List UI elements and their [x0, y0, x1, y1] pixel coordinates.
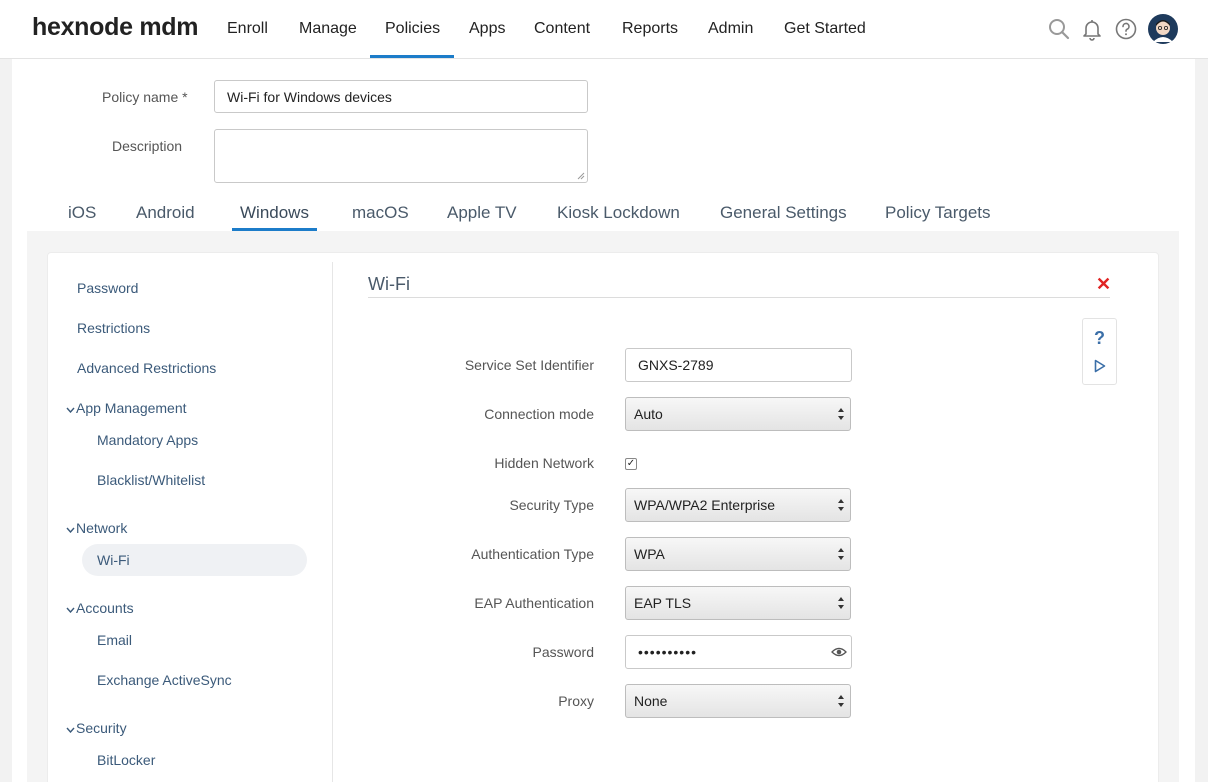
eye-icon[interactable] [831, 646, 847, 658]
sidebar-group-label: Network [76, 520, 128, 536]
sidebar-item-wifi[interactable]: Wi-Fi [97, 552, 130, 568]
section-divider [368, 297, 1110, 298]
sidebar-item-mandatory-apps[interactable]: Mandatory Apps [97, 432, 198, 448]
sidebar-group-network[interactable]: Network [66, 520, 127, 536]
avatar[interactable] [1148, 14, 1178, 44]
sidebar-item-advanced-restrictions[interactable]: Advanced Restrictions [77, 360, 216, 376]
sidebar-group-label: Security [76, 720, 127, 736]
nav-admin[interactable]: Admin [708, 20, 753, 38]
sidebar-item-bitlocker[interactable]: BitLocker [97, 752, 155, 768]
proxy-value: None [634, 693, 668, 709]
sidebar-item-restrictions[interactable]: Restrictions [77, 320, 150, 336]
section-title: Wi-Fi [368, 274, 410, 294]
policy-card [47, 252, 1159, 782]
proxy-label: Proxy [558, 693, 594, 709]
resize-handle-icon[interactable] [577, 172, 585, 180]
ssid-input[interactable]: GNXS-2789 [625, 348, 852, 382]
sidebar-group-label: Accounts [76, 600, 134, 616]
eap-auth-select[interactable]: EAP TLS [625, 586, 851, 620]
eap-auth-label: EAP Authentication [474, 595, 594, 611]
auth-type-label: Authentication Type [471, 546, 594, 562]
tab-policy-targets[interactable]: Policy Targets [885, 203, 991, 223]
hidden-network-checkbox[interactable]: ✓ [625, 458, 637, 470]
play-icon[interactable] [1094, 359, 1106, 373]
help-panel: ? [1082, 318, 1117, 385]
active-nav-indicator [370, 55, 454, 58]
nav-reports[interactable]: Reports [622, 20, 678, 38]
sidebar-divider [332, 262, 333, 782]
sidebar-group-security[interactable]: Security [66, 720, 127, 736]
nav-manage[interactable]: Manage [299, 20, 357, 38]
sidebar-item-password[interactable]: Password [77, 280, 138, 296]
password-label: Password [532, 644, 594, 660]
tab-kiosk-lockdown[interactable]: Kiosk Lockdown [557, 203, 680, 223]
select-arrows-icon [838, 548, 844, 560]
chevron-down-icon [66, 605, 76, 616]
security-type-value: WPA/WPA2 Enterprise [634, 497, 776, 513]
nav-get-started[interactable]: Get Started [784, 20, 866, 38]
tab-apple-tv[interactable]: Apple TV [447, 203, 517, 223]
nav-apps[interactable]: Apps [469, 20, 505, 38]
sidebar-group-app-management[interactable]: App Management [66, 400, 187, 416]
nav-enroll[interactable]: Enroll [227, 20, 268, 38]
connection-mode-select[interactable]: Auto [625, 397, 851, 431]
help-icon[interactable] [1114, 17, 1138, 41]
security-type-select[interactable]: WPA/WPA2 Enterprise [625, 488, 851, 522]
auth-type-select[interactable]: WPA [625, 537, 851, 571]
chevron-down-icon [66, 525, 76, 536]
connection-mode-label: Connection mode [484, 406, 594, 422]
tab-ios[interactable]: iOS [68, 203, 96, 223]
tab-windows[interactable]: Windows [240, 203, 309, 223]
eap-auth-value: EAP TLS [634, 595, 692, 611]
tab-android[interactable]: Android [136, 203, 195, 223]
auth-type-value: WPA [634, 546, 665, 562]
search-icon[interactable] [1047, 17, 1071, 41]
ssid-value: GNXS-2789 [638, 357, 714, 373]
description-textarea[interactable] [214, 129, 588, 183]
sidebar-item-exchange-activesync[interactable]: Exchange ActiveSync [97, 672, 232, 688]
sidebar-item-blacklist-whitelist[interactable]: Blacklist/Whitelist [97, 472, 205, 488]
select-arrows-icon [838, 597, 844, 609]
chevron-down-icon [66, 725, 76, 736]
description-label: Description [112, 138, 183, 154]
connection-mode-value: Auto [634, 406, 663, 422]
proxy-select[interactable]: None [625, 684, 851, 718]
close-icon[interactable]: ✕ [1096, 274, 1111, 295]
policy-name-label: Policy name * [102, 89, 188, 105]
select-arrows-icon [838, 408, 844, 420]
sidebar-group-label: App Management [76, 400, 187, 416]
tab-general-settings[interactable]: General Settings [720, 203, 847, 223]
password-input[interactable]: •••••••••• [625, 635, 852, 669]
nav-policies[interactable]: Policies [385, 20, 440, 38]
chevron-down-icon [66, 405, 76, 416]
password-value: •••••••••• [638, 644, 698, 660]
select-arrows-icon [838, 499, 844, 511]
app-logo[interactable]: hexnode mdm [32, 13, 198, 42]
top-navbar: hexnode mdm Enroll Manage Policies Apps … [0, 0, 1208, 59]
ssid-label: Service Set Identifier [464, 357, 594, 373]
bell-icon[interactable] [1080, 17, 1104, 41]
nav-content[interactable]: Content [534, 20, 590, 38]
question-icon[interactable]: ? [1094, 328, 1105, 349]
tab-macos[interactable]: macOS [352, 203, 409, 223]
security-type-label: Security Type [509, 497, 594, 513]
sidebar-group-accounts[interactable]: Accounts [66, 600, 134, 616]
sidebar-item-email[interactable]: Email [97, 632, 132, 648]
select-arrows-icon [838, 695, 844, 707]
policy-name-value: Wi-Fi for Windows devices [227, 88, 392, 105]
policy-name-input[interactable]: Wi-Fi for Windows devices [214, 80, 588, 113]
hidden-network-label: Hidden Network [494, 455, 594, 471]
